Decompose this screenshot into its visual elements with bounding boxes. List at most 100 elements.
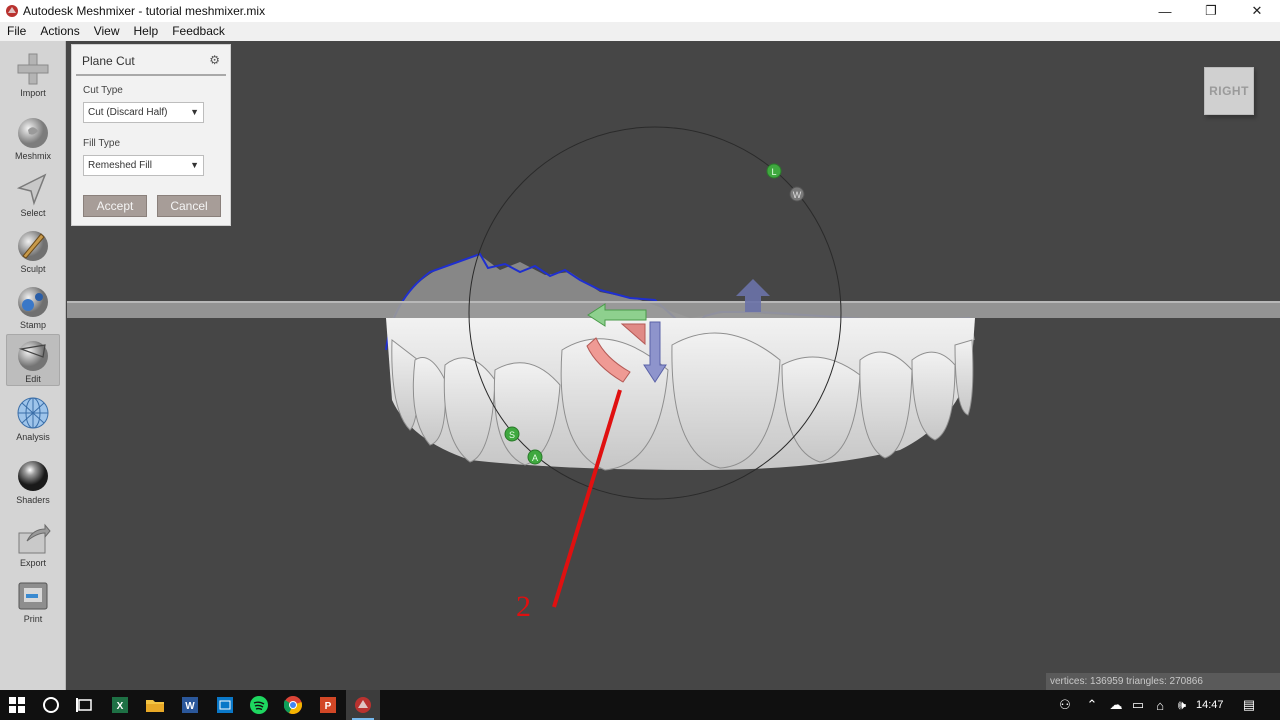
app-window: Autodesk Meshmixer - tutorial meshmixer.… [0,0,1280,720]
tool-export-label: Export [19,558,46,568]
gizmo-handle-l[interactable]: L [766,163,782,179]
fill-type-label: Fill Type [83,138,121,149]
tool-sculpt-label: Sculpt [20,264,46,274]
notifications-icon[interactable]: ▤ [1238,690,1260,720]
chevron-up-icon[interactable]: ⌃ [1083,690,1101,720]
tool-shaders-label: Shaders [16,495,50,505]
panel-divider [76,74,226,76]
tool-import-label: Import [20,88,46,98]
taskbar-file-explorer[interactable] [138,690,172,720]
3d-viewport[interactable]: L W S A [67,41,1280,690]
annotation-number: 2 [516,590,531,623]
cut-type-label: Cut Type [83,85,123,96]
cortana-button[interactable] [34,690,68,720]
tool-meshmix-label: Meshmix [14,151,51,161]
scene-canvas: L W S A [67,126,1280,608]
close-button[interactable]: ✕ [1234,0,1280,22]
chevron-down-icon: ▼ [190,160,199,170]
plane-cut-panel: Plane Cut ⚙ Cut Type Cut (Discard Half) … [71,44,231,226]
tool-select[interactable]: Select [6,169,60,221]
menu-actions[interactable]: Actions [33,22,86,41]
fill-type-select[interactable]: Remeshed Fill ▼ [83,155,204,176]
menu-view[interactable]: View [87,22,127,41]
view-cube-face-label: RIGHT [1209,84,1249,98]
cancel-button[interactable]: Cancel [157,195,221,217]
svg-text:X: X [117,701,124,712]
tool-select-label: Select [20,208,46,218]
menu-file[interactable]: File [0,22,33,41]
tool-import[interactable]: Import [6,49,60,101]
taskbar-meshmixer[interactable] [346,690,380,720]
taskbar-excel[interactable]: X [103,690,137,720]
gear-icon[interactable]: ⚙ [209,53,220,67]
window-title: Autodesk Meshmixer - tutorial meshmixer.… [23,4,266,18]
taskbar-word[interactable]: W [173,690,207,720]
taskbar-photos[interactable] [208,690,242,720]
taskbar-chrome[interactable] [276,690,310,720]
gizmo-handle-a[interactable]: A [527,449,543,465]
excel-icon: X [112,697,128,713]
taskbar-spotify[interactable] [242,690,276,720]
powerpoint-icon: P [320,697,336,713]
mesh-stats: vertices: 136959 triangles: 270866 [1046,673,1280,690]
people-icon[interactable]: ⚇ [1055,690,1075,720]
tool-shaders[interactable]: Shaders [6,456,60,508]
tool-meshmix[interactable]: Meshmix [6,112,60,164]
gizmo-handle-s[interactable]: S [504,426,520,442]
cut-type-value: Cut (Discard Half) [88,107,168,118]
tool-edit[interactable]: Edit [6,334,60,386]
photos-icon [217,697,233,713]
volume-icon[interactable]: 🕪 [1172,690,1192,720]
word-icon: W [182,697,198,713]
printer-icon [18,582,48,610]
cut-type-select[interactable]: Cut (Discard Half) ▼ [83,102,204,123]
meshmixer-icon [355,697,371,713]
meshmixer-logo-icon [6,5,18,17]
cortana-icon [43,697,59,713]
menu-help[interactable]: Help [127,22,166,41]
tool-print[interactable]: Print [6,575,60,627]
bunny-sphere-icon [18,118,48,148]
menu-bar: File Actions View Help Feedback [0,22,1280,41]
accept-button[interactable]: Accept [83,195,147,217]
shaded-sphere-icon [18,461,48,491]
network-icon[interactable]: ⌂ [1150,690,1170,720]
tool-analysis[interactable]: Analysis [6,393,60,445]
tool-analysis-label: Analysis [16,432,50,442]
minimize-button[interactable]: — [1142,0,1188,22]
fill-type-value: Remeshed Fill [88,160,152,171]
svg-text:W: W [185,701,195,712]
tool-sculpt[interactable]: Sculpt [6,225,60,277]
restore-button[interactable]: ❐ [1188,0,1234,22]
tool-edit-label: Edit [25,374,41,384]
windows-taskbar: X W P ⚇ ⌃ ☁ ▭ ⌂ 🕪 14:47 ▤ [0,690,1280,720]
edit-sphere-icon [18,341,48,371]
gizmo-handle-s-label: S [509,430,515,440]
cut-plane-band [67,302,1280,318]
gizmo-handle-l-label: L [771,167,776,177]
task-view-button[interactable] [68,690,102,720]
file-explorer-icon [146,700,164,712]
taskbar-clock[interactable]: 14:47 [1196,690,1224,720]
taskbar-powerpoint[interactable]: P [311,690,345,720]
tool-export[interactable]: Export [6,519,60,571]
title-bar: Autodesk Meshmixer - tutorial meshmixer.… [0,0,1280,22]
window-controls: — ❐ ✕ [1142,0,1280,22]
brush-sphere-icon [18,231,48,261]
chevron-down-icon: ▼ [190,107,199,117]
chrome-icon [284,696,302,714]
cut-plane-edge [67,301,1280,303]
menu-feedback[interactable]: Feedback [165,22,232,41]
gizmo-handle-w[interactable]: W [789,186,805,202]
mesh-sphere-icon [17,397,49,429]
view-cube[interactable]: RIGHT [1204,67,1254,115]
plus-icon [17,53,49,85]
tool-stamp[interactable]: Stamp [6,281,60,333]
battery-icon[interactable]: ▭ [1128,690,1148,720]
start-button[interactable] [0,690,34,720]
onedrive-icon[interactable]: ☁ [1105,690,1127,720]
task-view-icon [76,698,92,712]
stamp-sphere-icon [18,287,48,317]
windows-logo-icon [9,697,25,713]
export-box-icon [18,523,51,554]
